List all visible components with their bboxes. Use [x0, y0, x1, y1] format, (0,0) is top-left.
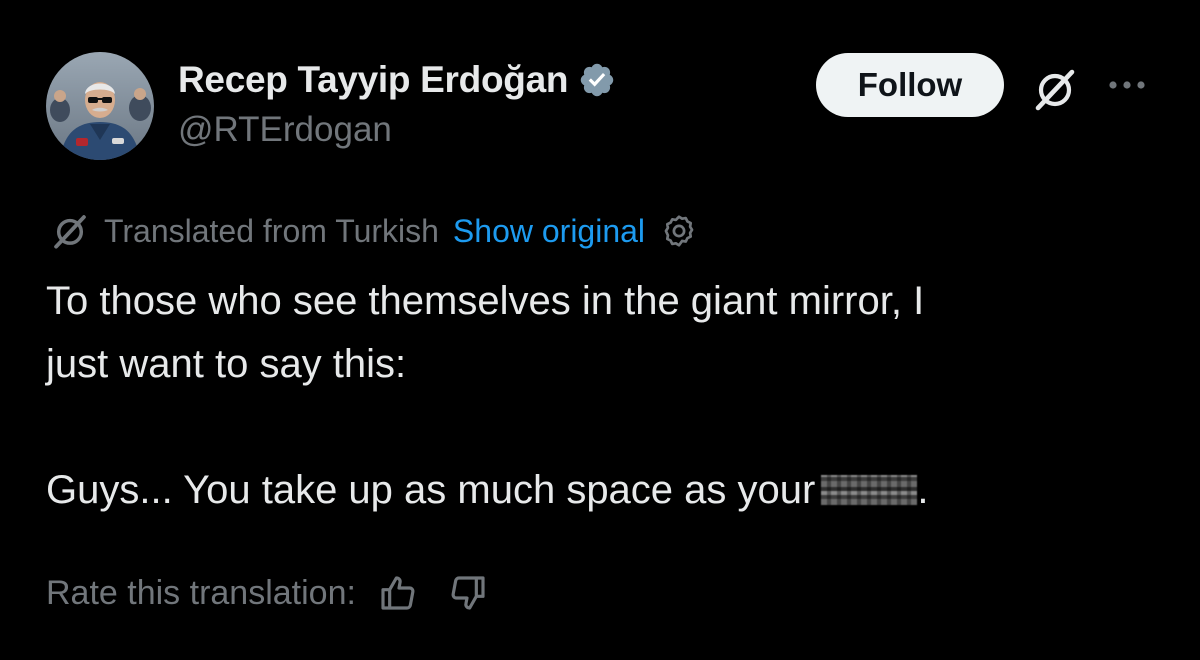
translation-bar: Translated from Turkish Show original [48, 208, 699, 254]
avatar[interactable] [46, 52, 154, 160]
follow-button[interactable]: Follow [816, 53, 1004, 117]
translated-from-label: Translated from Turkish [104, 212, 439, 249]
tweet-line: just want to say this: [46, 342, 407, 386]
thumbs-up-icon[interactable] [376, 571, 420, 615]
author-display-name[interactable]: Recep Tayyip Erdoğan [178, 59, 568, 101]
tweet-line: Guys... You take up as much space as you… [46, 459, 1166, 522]
thumbs-down-icon[interactable] [446, 571, 490, 615]
tweet-line: To those who see themselves in the giant… [46, 279, 925, 323]
censored-word: dick [821, 475, 918, 505]
tweet-line-end: . [917, 468, 929, 512]
grok-icon[interactable] [1028, 62, 1082, 116]
tweet-line-text: Guys... You take up as much space as you… [46, 468, 816, 512]
tweet-text: To those who see themselves in the giant… [46, 270, 1166, 522]
more-icon[interactable] [1104, 70, 1150, 100]
author-handle[interactable]: @RTErdogan [178, 110, 392, 150]
rate-translation-bar: Rate this translation: [46, 568, 490, 618]
rate-translation-label: Rate this translation: [46, 573, 356, 612]
show-original-link[interactable]: Show original [453, 213, 645, 250]
verified-badge-icon[interactable] [578, 61, 616, 99]
profile-photo [46, 52, 154, 160]
gear-icon[interactable] [659, 211, 699, 251]
grok-translate-icon [48, 209, 92, 253]
author-name-row: Recep Tayyip Erdoğan [178, 58, 616, 102]
